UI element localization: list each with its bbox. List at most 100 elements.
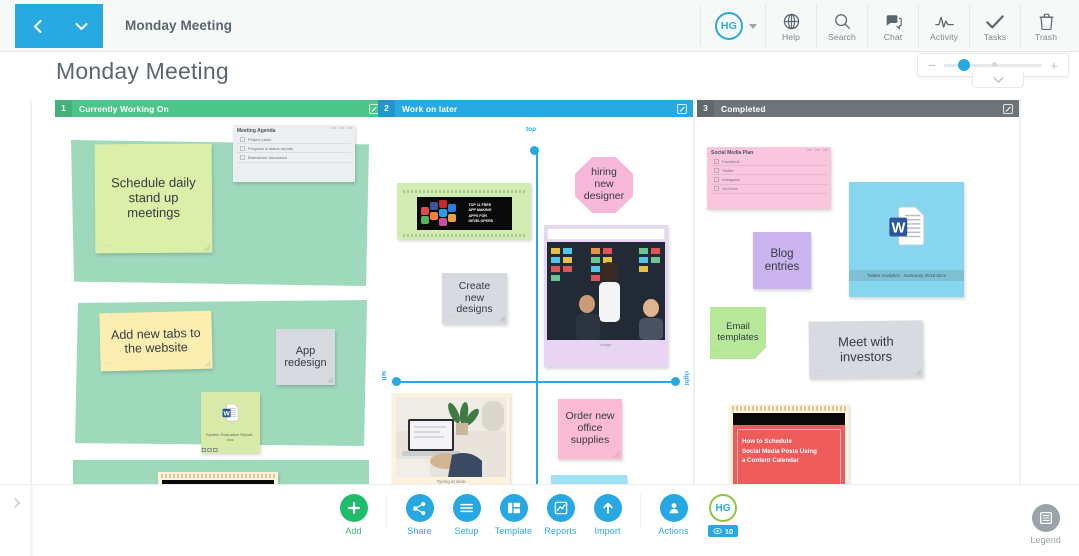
order-supplies-text: Order new office supplies bbox=[565, 410, 615, 446]
activity-button[interactable]: Activity bbox=[918, 4, 969, 48]
list-icon bbox=[1031, 504, 1060, 532]
page-title: Monday Meeting bbox=[56, 58, 229, 84]
column-3-title: Completed bbox=[721, 103, 766, 114]
note-fold-corner bbox=[203, 359, 211, 367]
board-dropdown-button[interactable] bbox=[59, 4, 103, 48]
axis-dot-top[interactable] bbox=[530, 146, 539, 155]
search-button[interactable]: Search bbox=[816, 4, 867, 48]
blue-note-partial[interactable] bbox=[551, 475, 627, 484]
axis-label-left: left bbox=[380, 371, 387, 381]
actions-button[interactable]: Actions bbox=[650, 494, 697, 536]
plus-icon bbox=[339, 494, 368, 522]
twitter-analytics-doc[interactable]: W Twitter Analytics - Summary 2018.docx bbox=[849, 182, 964, 297]
chat-bubble-icon bbox=[885, 11, 902, 30]
board-right-edge bbox=[1019, 100, 1021, 484]
system-evaluation-doc[interactable]: W System Evaluation Report - doc ▫▫▫ bbox=[201, 392, 260, 459]
social-apps-film-card[interactable]: TOP 11 FREE APP MAKING APPS FOR DEVELOPE… bbox=[397, 183, 531, 239]
laptop-caption: Typing at desk bbox=[436, 479, 466, 484]
import-button[interactable]: Import bbox=[584, 494, 631, 536]
meeting-agenda-doc[interactable]: Meeting Agenda Project plans Progress & … bbox=[233, 125, 355, 182]
tasks-button[interactable]: Tasks bbox=[969, 4, 1020, 48]
column-2-header[interactable]: 2 Work on later bbox=[378, 100, 693, 117]
zoom-slider-handle[interactable] bbox=[957, 59, 970, 71]
reports-button[interactable]: Reports bbox=[537, 494, 584, 536]
zoom-in-button[interactable]: + bbox=[1049, 59, 1059, 72]
board-nav-block bbox=[15, 4, 103, 48]
zoom-expand-button[interactable] bbox=[972, 73, 1024, 88]
presence-badge: 10 bbox=[707, 525, 739, 537]
column-work-on-later[interactable]: 2 Work on later top left right TOP 11 FR… bbox=[378, 100, 693, 484]
word-doc-icon: W bbox=[849, 182, 964, 270]
magnifier-icon bbox=[834, 11, 851, 30]
column-1-body[interactable]: Meeting Agenda Project plans Progress & … bbox=[55, 117, 385, 484]
order-supplies-note[interactable]: Order new office supplies ▫▫ bbox=[558, 399, 622, 459]
team-planning-photo[interactable]: image bbox=[544, 225, 668, 367]
tasks-label: Tasks bbox=[983, 31, 1007, 42]
chat-button[interactable]: Chat bbox=[867, 4, 918, 48]
system-evaluation-caption: System Evaluation Report - doc bbox=[206, 432, 255, 442]
content-calendar-body: How to Schedule Social Media Posts Using… bbox=[733, 425, 845, 484]
column-2-body[interactable]: top left right TOP 11 FREE APP MAKING AP… bbox=[378, 117, 693, 484]
note-footer-marks: ▫▫ bbox=[563, 449, 572, 456]
chevron-down-icon bbox=[75, 22, 87, 30]
note-fold-corner bbox=[914, 368, 922, 376]
laptop-work-photo[interactable]: Typing at desk bbox=[392, 393, 510, 484]
share-nodes-icon bbox=[405, 494, 434, 522]
svg-text:W: W bbox=[891, 221, 905, 237]
presence-avatar: HG bbox=[709, 494, 737, 522]
photo-caption: image bbox=[600, 342, 612, 347]
email-templates-note[interactable]: Email templates ▫▫ bbox=[710, 307, 766, 359]
template-button[interactable]: Template bbox=[490, 494, 537, 536]
share-button[interactable]: Share bbox=[396, 494, 443, 536]
expand-left-panel-button[interactable] bbox=[10, 496, 24, 510]
meet-investors-note[interactable]: Meet with investors ▫▫▫ bbox=[808, 320, 924, 379]
axis-dot-left[interactable] bbox=[392, 377, 401, 386]
photo-header-strip bbox=[547, 228, 665, 240]
blog-entries-note[interactable]: Blog entries bbox=[753, 232, 811, 289]
add-button[interactable]: Add bbox=[330, 494, 377, 536]
doc-window-controls bbox=[807, 149, 828, 151]
template-label: Template bbox=[494, 526, 533, 536]
top-toolbar: Monday Meeting HG Help Search Chat Activ… bbox=[0, 0, 1079, 52]
column-2-number: 2 bbox=[378, 100, 395, 117]
column-3-edit-button[interactable] bbox=[1003, 103, 1013, 114]
presence-count: 10 bbox=[724, 526, 734, 536]
import-label: Import bbox=[594, 526, 621, 536]
board-canvas[interactable]: 1 Currently Working On Meeting Agenda Pr… bbox=[0, 100, 1079, 484]
doc-window-controls bbox=[331, 127, 352, 129]
hiring-designer-note[interactable]: hiring new designer bbox=[575, 157, 633, 213]
presentation-card-partial[interactable] bbox=[158, 472, 278, 484]
arrow-up-icon bbox=[593, 494, 622, 522]
add-tabs-note[interactable]: Add new tabs to the website ▫▫ bbox=[99, 310, 213, 372]
create-designs-note[interactable]: Create new designs ▫▫ bbox=[442, 273, 507, 324]
schedule-standup-note[interactable]: Schedule daily stand up meetings ▫▫▫ bbox=[94, 143, 213, 254]
column-completed[interactable]: 3 Completed Social Media Plan Facebook T… bbox=[697, 100, 1019, 484]
column-currently-working-on[interactable]: 1 Currently Working On Meeting Agenda Pr… bbox=[55, 100, 385, 484]
axis-dot-right[interactable] bbox=[671, 377, 680, 386]
film-perforation-bottom bbox=[403, 234, 525, 237]
app-redesign-note[interactable]: App redesign bbox=[276, 329, 335, 385]
column-1-header[interactable]: 1 Currently Working On bbox=[55, 100, 385, 117]
column-3-body[interactable]: Social Media Plan Facebook Twitter Insta… bbox=[697, 117, 1019, 484]
content-calendar-card[interactable]: How to Schedule Social Media Posts Using… bbox=[729, 404, 849, 484]
social-media-plan-doc[interactable]: Social Media Plan Facebook Twitter Insta… bbox=[707, 147, 831, 209]
column-3-header[interactable]: 3 Completed bbox=[697, 100, 1019, 117]
back-button[interactable] bbox=[15, 4, 59, 48]
setup-button[interactable]: Setup bbox=[443, 494, 490, 536]
board-title: Monday Meeting bbox=[125, 18, 233, 33]
reports-label: Reports bbox=[544, 526, 577, 536]
svg-text:W: W bbox=[224, 410, 231, 417]
zoom-slider-track[interactable] bbox=[944, 59, 1042, 71]
top-toolbar-right: HG Help Search Chat Activity Tasks Trash bbox=[700, 0, 1079, 52]
meet-investors-text: Meet with investors bbox=[837, 333, 894, 364]
legend-button[interactable]: Legend bbox=[1030, 504, 1061, 545]
presence-indicator[interactable]: HG 10 bbox=[697, 494, 749, 537]
help-button[interactable]: Help bbox=[765, 4, 816, 48]
board-app: Monday Meeting HG Help Search Chat Activ… bbox=[0, 0, 1079, 556]
zoom-out-button[interactable]: − bbox=[927, 59, 937, 72]
doc-row: Project plans bbox=[237, 135, 351, 145]
user-menu[interactable]: HG bbox=[700, 6, 765, 46]
checkmark-icon bbox=[986, 11, 1004, 30]
trash-button[interactable]: Trash bbox=[1020, 4, 1071, 48]
column-2-edit-button[interactable] bbox=[677, 103, 687, 114]
